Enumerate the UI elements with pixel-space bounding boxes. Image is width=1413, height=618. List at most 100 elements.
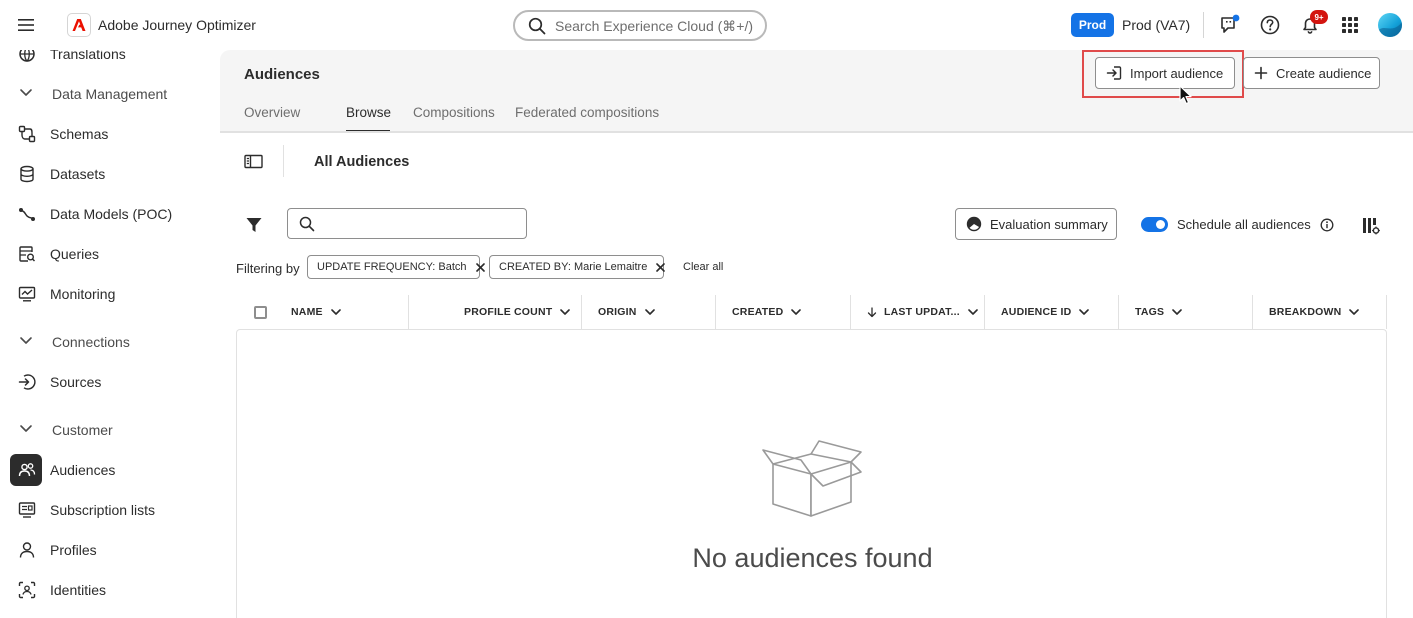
empty-box-icon [761, 440, 863, 518]
query-icon [18, 245, 36, 263]
app-switcher-grid-icon[interactable] [1339, 14, 1361, 36]
sidebar-item-label: Identities [50, 582, 107, 598]
evaluation-summary-label: Evaluation summary [990, 216, 1108, 232]
column-header-breakdown[interactable]: BREAKDOWN [1269, 295, 1360, 329]
chevron-down-icon [330, 308, 341, 316]
column-label: PROFILE COUNT [464, 306, 553, 318]
data-model-icon [18, 205, 36, 223]
tab-compositions[interactable]: Compositions [413, 105, 495, 120]
sidebar-item-sources[interactable]: Sources [10, 366, 210, 398]
chevron-down-icon [644, 308, 655, 316]
search-icon [528, 17, 546, 35]
sidebar-section-connections[interactable]: Connections [10, 326, 210, 358]
notification-count-badge: 9+ [1310, 10, 1328, 24]
column-settings-icon[interactable] [1361, 216, 1381, 236]
sidebar-item-identities[interactable]: Identities [10, 574, 210, 606]
select-all-checkbox[interactable] [254, 306, 267, 319]
translate-icon [18, 50, 36, 63]
sidebar-section-data-management[interactable]: Data Management [10, 78, 210, 110]
adobe-logo-icon[interactable] [67, 13, 91, 37]
table-body: No audiences found [236, 329, 1387, 618]
chevron-down-icon [19, 88, 33, 98]
rail-toggle-icon[interactable] [244, 154, 264, 170]
subscription-icon [18, 501, 36, 519]
column-label: CREATED [732, 306, 784, 318]
column-header-last-updated[interactable]: LAST UPDAT... [867, 295, 978, 329]
sidebar-item-profiles[interactable]: Profiles [10, 534, 210, 566]
mouse-cursor-icon [1179, 85, 1193, 105]
column-label: TAGS [1135, 306, 1165, 318]
database-icon [18, 165, 36, 183]
sidebar-item-translations[interactable]: Translations [10, 50, 210, 70]
top-bar: Adobe Journey Optimizer Search Experienc… [0, 0, 1413, 50]
global-search-placeholder: Search Experience Cloud (⌘+/) [555, 18, 754, 34]
info-icon[interactable] [1320, 218, 1334, 232]
sidebar-section-label: Customer [52, 422, 113, 438]
topbar-divider [1203, 12, 1204, 38]
filter-chip-created-by[interactable]: CREATED BY: Marie Lemaitre [489, 255, 666, 279]
sidebar-item-label: Queries [50, 246, 100, 262]
create-audience-label: Create audience [1276, 65, 1372, 81]
sidebar-item-audiences[interactable]: Audiences [10, 454, 210, 486]
help-icon[interactable] [1259, 14, 1281, 36]
chevron-down-icon [19, 424, 33, 434]
column-header-tags[interactable]: TAGS [1135, 295, 1183, 329]
column-separator [715, 295, 716, 329]
content-title: All Audiences [314, 154, 410, 170]
remove-filter-icon[interactable] [475, 262, 485, 272]
import-audience-label: Import audience [1130, 65, 1224, 81]
sidebar-item-data-models[interactable]: Data Models (POC) [10, 198, 210, 230]
create-audience-button[interactable]: Create audience [1243, 57, 1380, 89]
schedule-all-toggle[interactable] [1141, 217, 1168, 232]
column-label: NAME [291, 306, 323, 318]
tab-overview[interactable]: Overview [244, 105, 300, 120]
column-label: BREAKDOWN [1269, 306, 1342, 318]
sidebar-item-label: Translations [50, 50, 126, 62]
column-header-audience-id[interactable]: AUDIENCE ID [1001, 295, 1090, 329]
column-header-profile-count[interactable]: PROFILE COUNT [464, 295, 571, 329]
chevron-down-icon [560, 308, 571, 316]
sidebar-section-customer[interactable]: Customer [10, 414, 210, 446]
import-audience-button[interactable]: Import audience [1095, 57, 1235, 89]
hamburger-menu-icon[interactable] [17, 16, 35, 34]
page-title: Audiences [244, 66, 320, 83]
search-icon [299, 216, 315, 232]
environment-badge[interactable]: Prod [1071, 13, 1114, 37]
filter-chip-update-frequency[interactable]: UPDATE FREQUENCY: Batch [307, 255, 485, 279]
column-separator [581, 295, 582, 329]
chevron-down-icon [791, 308, 802, 316]
audiences-panel: All Audiences Evaluation summary Schedul… [220, 133, 1413, 618]
sidebar-item-label: Monitoring [50, 286, 116, 302]
sort-descending-icon [867, 306, 877, 318]
column-label: AUDIENCE ID [1001, 306, 1072, 318]
column-label: ORIGIN [598, 306, 637, 318]
clear-all-filters-link[interactable]: Clear all [683, 261, 723, 273]
sidebar-item-label: Subscription lists [50, 502, 156, 518]
tab-browse[interactable]: Browse [346, 105, 391, 120]
sidebar: Translations Data Management Schemas Dat… [0, 50, 220, 618]
sidebar-item-datasets[interactable]: Datasets [10, 158, 210, 190]
filter-icon[interactable] [245, 216, 263, 234]
tab-federated-compositions[interactable]: Federated compositions [515, 105, 659, 120]
global-search-input[interactable]: Search Experience Cloud (⌘+/) [513, 10, 767, 41]
sidebar-item-monitoring[interactable]: Monitoring [10, 278, 210, 310]
profile-icon [18, 541, 36, 559]
sidebar-item-label: Schemas [50, 126, 109, 142]
user-avatar[interactable] [1378, 13, 1402, 37]
sidebar-item-label: Audiences [50, 462, 116, 478]
remove-filter-icon[interactable] [656, 262, 666, 272]
column-separator [1386, 295, 1387, 329]
column-header-origin[interactable]: ORIGIN [598, 295, 655, 329]
column-header-created[interactable]: CREATED [732, 295, 802, 329]
app-title[interactable]: Adobe Journey Optimizer [98, 17, 256, 33]
sidebar-item-schemas[interactable]: Schemas [10, 118, 210, 150]
column-header-name[interactable]: NAME [291, 295, 341, 329]
audience-search-input[interactable] [287, 208, 527, 239]
column-separator [1118, 295, 1119, 329]
sidebar-section-label: Data Management [52, 86, 168, 102]
environment-name[interactable]: Prod (VA7) [1122, 17, 1190, 33]
feedback-chat-icon[interactable] [1219, 14, 1241, 36]
sidebar-item-queries[interactable]: Queries [10, 238, 210, 270]
sidebar-item-subscription-lists[interactable]: Subscription lists [10, 494, 210, 526]
evaluation-summary-button[interactable]: Evaluation summary [955, 208, 1117, 240]
